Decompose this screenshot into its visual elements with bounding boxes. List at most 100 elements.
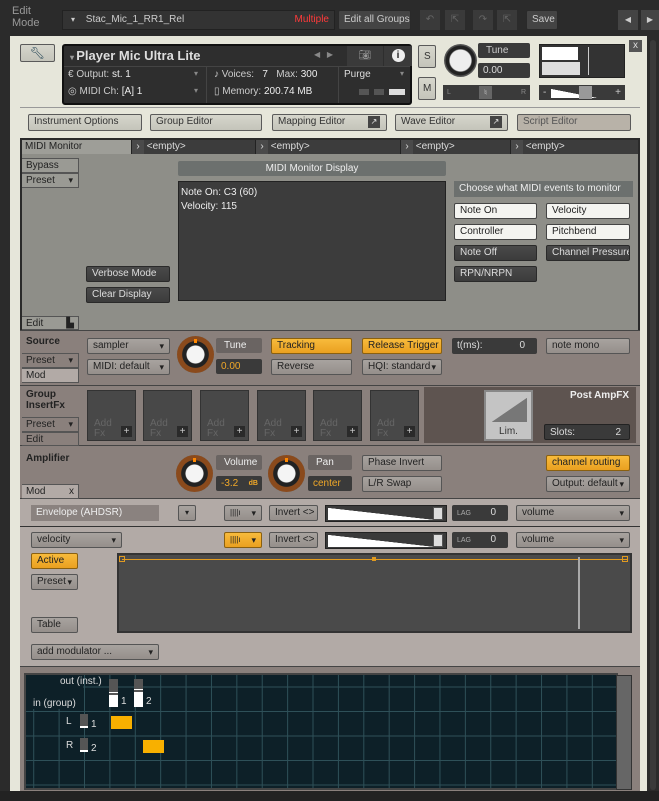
- pan-slider[interactable]: L ♮ R: [443, 85, 530, 100]
- instrument-name[interactable]: ▾ Player Mic Ultra Lite: [70, 48, 201, 63]
- modulation-shape-dropdown[interactable]: ||||ı: [224, 532, 262, 548]
- pan-value[interactable]: center: [308, 476, 352, 491]
- bypass-button[interactable]: Bypass: [22, 158, 79, 173]
- hqi-dropdown[interactable]: HQI: standard: [362, 359, 442, 375]
- plus-icon[interactable]: +: [404, 426, 415, 437]
- curve-point[interactable]: [372, 557, 376, 561]
- amplifier-mod-tab[interactable]: Mod x: [22, 484, 79, 499]
- volume-knob[interactable]: [176, 455, 213, 492]
- sampler-mode-dropdown[interactable]: sampler: [87, 338, 170, 354]
- source-mod-tab[interactable]: Mod: [22, 368, 79, 383]
- max-value[interactable]: 300: [301, 69, 318, 80]
- add-fx-slot[interactable]: AddFx+: [370, 390, 419, 441]
- output-selector[interactable]: € Output: st. 1: [68, 69, 131, 80]
- channel-pressure-toggle[interactable]: Channel Pressure: [546, 245, 630, 261]
- tune-value[interactable]: 0.00: [478, 63, 530, 78]
- add-fx-slot[interactable]: AddFx+: [257, 390, 306, 441]
- group-selector[interactable]: ▾ Stac_Mic_1_RR1_Rel Multiple: [62, 10, 335, 30]
- pitchbend-toggle[interactable]: Pitchbend: [546, 224, 630, 240]
- velocity-curve-graph[interactable]: [117, 553, 632, 633]
- plus-icon[interactable]: +: [347, 426, 358, 437]
- modulation-preset-menu[interactable]: Preset: [31, 574, 78, 590]
- close-icon[interactable]: x: [69, 485, 74, 498]
- tab-script-slot[interactable]: › <empty>: [255, 140, 400, 154]
- phase-invert-button[interactable]: Phase Invert: [362, 455, 442, 471]
- solo-button[interactable]: S: [418, 45, 436, 68]
- release-time-field[interactable]: t(ms): 0: [452, 338, 537, 354]
- rpn-nrpn-toggle[interactable]: RPN/NRPN: [454, 266, 537, 282]
- invert-button[interactable]: Invert <>: [269, 532, 318, 548]
- edit-all-groups-button[interactable]: Edit all Groups: [338, 10, 411, 30]
- clear-display-button[interactable]: Clear Display: [86, 287, 170, 303]
- table-button[interactable]: Table: [31, 617, 78, 633]
- wrench-button[interactable]: 🔧︎: [20, 44, 55, 62]
- mute-button[interactable]: M: [418, 77, 436, 100]
- velocity-toggle[interactable]: Velocity: [546, 203, 630, 219]
- save-button[interactable]: Save: [526, 10, 558, 30]
- volume-value[interactable]: -3.2 dB: [216, 476, 262, 491]
- curve-point[interactable]: [622, 556, 628, 562]
- note-on-toggle[interactable]: Note On: [454, 203, 537, 219]
- modulation-amount-slider[interactable]: [325, 532, 447, 549]
- plus-icon[interactable]: +: [291, 426, 302, 437]
- camera-icon[interactable]: 📷︎: [347, 46, 383, 66]
- midi-mode-dropdown[interactable]: MIDI: default: [87, 359, 170, 375]
- routing-connection[interactable]: [143, 740, 164, 753]
- plus-icon[interactable]: +: [177, 426, 188, 437]
- tune-knob[interactable]: [444, 44, 477, 77]
- input-channel[interactable]: R2: [66, 738, 106, 756]
- add-fx-slot[interactable]: AddFx+: [313, 390, 362, 441]
- modulation-amount-slider[interactable]: [325, 505, 447, 522]
- redo-history-icon[interactable]: ⇱: [497, 10, 517, 30]
- purge-menu[interactable]: Purge ▾: [344, 69, 406, 80]
- verbose-mode-button[interactable]: Verbose Mode: [86, 266, 170, 282]
- pan-knob[interactable]: [268, 455, 305, 492]
- tab-script-slot[interactable]: › <empty>: [400, 140, 510, 154]
- source-tune-value[interactable]: 0.00: [216, 359, 262, 374]
- plus-icon[interactable]: +: [234, 426, 245, 437]
- curve-point[interactable]: [119, 556, 125, 562]
- lag-field[interactable]: LAG 0: [452, 532, 508, 548]
- note-mono-button[interactable]: note mono: [546, 338, 630, 354]
- insertfx-preset-menu[interactable]: Preset: [22, 417, 79, 432]
- source-tune-knob[interactable]: [177, 336, 214, 373]
- release-trigger-button[interactable]: Release Trigger: [362, 338, 442, 354]
- channel-routing-button[interactable]: channel routing: [546, 455, 630, 471]
- tab-script-slot[interactable]: › <empty>: [510, 140, 638, 154]
- add-fx-slot[interactable]: AddFx+: [200, 390, 249, 441]
- slots-field[interactable]: Slots: 2: [544, 424, 630, 440]
- add-fx-slot[interactable]: AddFx+: [143, 390, 192, 441]
- script-preset-menu[interactable]: Preset: [22, 173, 79, 188]
- detach-icon[interactable]: ↗: [490, 116, 502, 128]
- output-channel[interactable]: 2: [134, 679, 154, 707]
- prev-arrow-icon[interactable]: ◀: [618, 10, 638, 30]
- instrument-options-button[interactable]: Instrument Options: [28, 114, 142, 131]
- velocity-source-dropdown[interactable]: velocity: [31, 532, 122, 548]
- detach-icon[interactable]: ↗: [368, 116, 380, 128]
- instrument-nav-arrows[interactable]: ◀ ▶: [314, 50, 333, 59]
- script-editor-button[interactable]: Script Editor: [517, 114, 631, 131]
- routing-connection[interactable]: [111, 716, 132, 729]
- lr-swap-button[interactable]: L/R Swap: [362, 476, 442, 492]
- input-channel[interactable]: L1: [66, 714, 106, 732]
- invert-button[interactable]: Invert <>: [269, 505, 318, 521]
- script-edit-tab[interactable]: Edit ▙: [22, 316, 79, 330]
- output-dropdown[interactable]: Output: default: [546, 476, 630, 492]
- modulation-target-dropdown[interactable]: volume: [516, 505, 630, 521]
- add-fx-slot[interactable]: AddFx+: [87, 390, 136, 441]
- controller-toggle[interactable]: Controller: [454, 224, 537, 240]
- volume-slider[interactable]: - +: [539, 85, 625, 100]
- pan-handle[interactable]: ♮: [479, 86, 492, 99]
- modulation-target-dropdown[interactable]: volume: [516, 532, 630, 548]
- reverse-button[interactable]: Reverse: [271, 359, 352, 375]
- tracking-button[interactable]: Tracking: [271, 338, 352, 354]
- limiter-slot[interactable]: Lim.: [484, 390, 533, 441]
- routing-scrollbar[interactable]: [616, 675, 632, 790]
- redo-icon[interactable]: ↷: [473, 10, 493, 30]
- add-modulator-dropdown[interactable]: add modulator ...: [31, 644, 159, 660]
- tab-midi-monitor[interactable]: MIDI Monitor: [22, 140, 131, 154]
- midi-channel-selector[interactable]: ◎ MIDI Ch: [A] 1: [68, 86, 142, 97]
- source-preset-menu[interactable]: Preset: [22, 353, 79, 368]
- lag-field[interactable]: LAG 0: [452, 505, 508, 521]
- close-instrument-button[interactable]: x: [629, 40, 642, 52]
